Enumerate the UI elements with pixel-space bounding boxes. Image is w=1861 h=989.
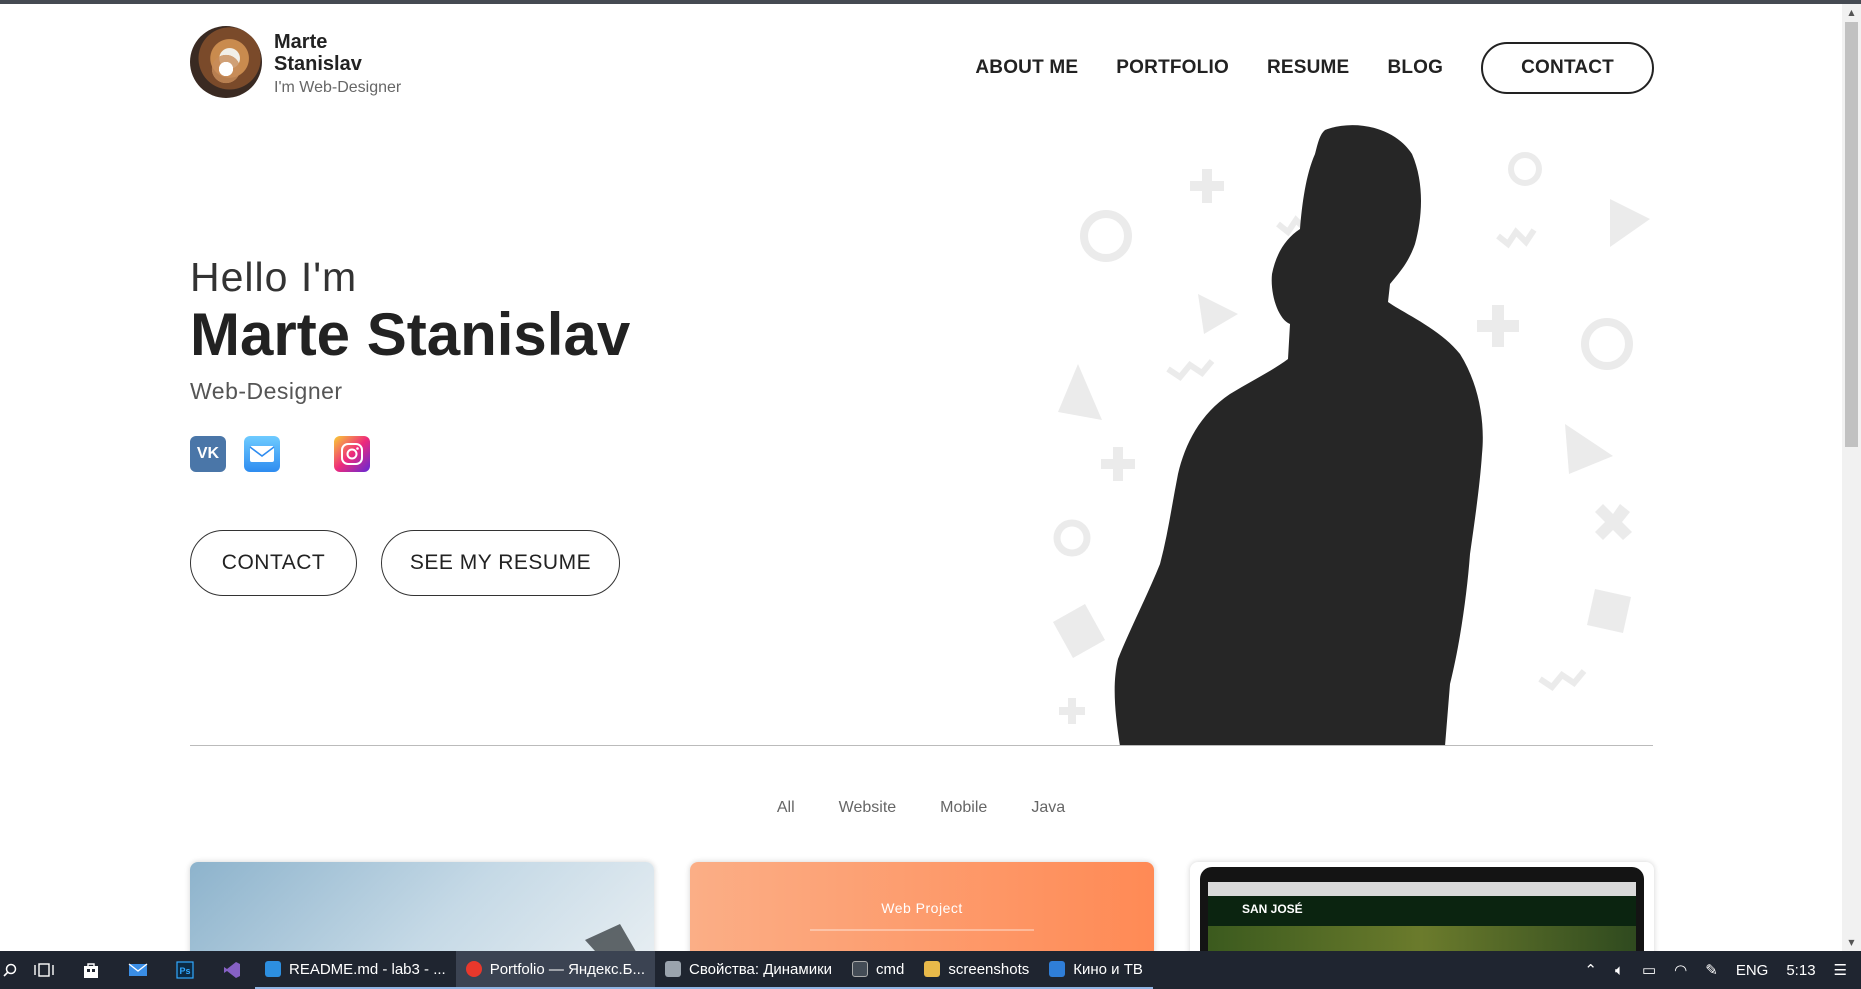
taskbar-item-screenshots-folder[interactable]: screenshots [914, 951, 1040, 989]
language-indicator[interactable]: ENG [1736, 962, 1769, 979]
hero-silhouette-illustration [1053, 125, 1650, 746]
clock[interactable]: 5:13 [1786, 962, 1815, 979]
taskbar-item-label: cmd [876, 960, 905, 978]
taskbar-item-movies-tv[interactable]: Кино и ТВ [1039, 951, 1153, 989]
chevron-up-icon[interactable]: ⌃ [1584, 961, 1597, 979]
hero-role: Web-Designer [190, 378, 343, 404]
search-icon[interactable] [0, 951, 20, 989]
instagram-icon[interactable] [334, 436, 370, 472]
vscode-icon [265, 961, 281, 977]
browser-page: Marte Stanislav I'm Web-Designer ABOUT M… [0, 4, 1842, 951]
hero-divider [190, 745, 1653, 746]
filter-java[interactable]: Java [1031, 799, 1065, 817]
avatar [190, 26, 262, 98]
scrollbar-thumb[interactable] [1845, 22, 1858, 447]
portfolio-card-2[interactable]: Web Project [690, 862, 1154, 951]
card-caption-line [810, 929, 1034, 931]
svg-text:Ps: Ps [179, 966, 190, 976]
taskbar-item-speaker-properties[interactable]: Свойства: Динамики [655, 951, 843, 989]
taskbar-item-cmd[interactable]: cmd [842, 951, 915, 989]
store-icon[interactable] [67, 951, 114, 989]
mail-app-icon[interactable] [114, 951, 161, 989]
taskbar-item-label: README.md - lab3 - ... [289, 960, 446, 978]
nav-blog[interactable]: BLOG [1387, 57, 1443, 79]
visual-studio-icon[interactable] [208, 951, 255, 989]
tablet-site-hero [1208, 926, 1636, 951]
social-links: VK [190, 436, 388, 472]
cmd-icon [852, 961, 869, 977]
portfolio-card-1[interactable] [190, 862, 654, 951]
wifi-icon[interactable]: ◠ [1674, 961, 1687, 979]
taskbar-item-label: Portfolio — Яндекс.Б... [489, 960, 646, 978]
filter-website[interactable]: Website [839, 799, 897, 817]
system-tray: ⌃ 🔈︎ ▭ ◠ ✎ ENG 5:13 ☰ [1575, 951, 1861, 989]
yandex-browser-icon [465, 961, 482, 977]
brand-subtitle: I'm Web-Designer [274, 79, 402, 96]
nav-contact-button[interactable]: CONTACT [1481, 42, 1654, 94]
hero-contact-button[interactable]: CONTACT [190, 530, 357, 596]
site-brand[interactable]: Marte Stanislav I'm Web-Designer [190, 26, 401, 98]
notifications-icon[interactable]: ☰ [1834, 961, 1847, 979]
hero-name: Marte Stanislav [190, 301, 631, 368]
folder-icon [924, 961, 941, 977]
battery-icon[interactable]: ▭ [1642, 961, 1656, 979]
pen-icon[interactable]: ✎ [1705, 961, 1718, 979]
main-nav: ABOUT ME PORTFOLIO RESUME BLOG CONTACT [937, 42, 1654, 94]
tablet-site-logo: SAN JOSÉ [1242, 902, 1303, 916]
taskbar-item-vscode[interactable]: README.md - lab3 - ... [255, 951, 456, 989]
portfolio-filters: All Website Mobile Java [0, 799, 1842, 817]
vk-icon[interactable]: VK [190, 436, 226, 472]
mail-icon[interactable] [244, 436, 280, 472]
movies-tv-icon [1049, 961, 1066, 977]
see-resume-button[interactable]: SEE MY RESUME [381, 530, 620, 596]
tablet-browser-bar [1208, 882, 1636, 896]
card-laptop-image [585, 924, 636, 951]
vk-icon-label: VK [196, 445, 220, 462]
nav-about[interactable]: ABOUT ME [975, 57, 1078, 79]
taskbar-item-yandex-browser[interactable]: Portfolio — Яндекс.Б... [455, 951, 656, 989]
brand-name: Marte Stanislav [274, 31, 362, 75]
photoshop-icon[interactable]: Ps [161, 951, 208, 989]
windows-taskbar: Ps README.md - lab3 - ... Portfolio — Ян… [0, 951, 1861, 989]
hero-greeting: Hello I'm [190, 254, 358, 300]
task-view-icon[interactable] [20, 951, 67, 989]
page-scrollbar[interactable]: ▲ ▼ [1842, 4, 1861, 951]
nav-resume[interactable]: RESUME [1267, 57, 1350, 79]
scroll-down-arrow-icon[interactable]: ▼ [1842, 934, 1861, 951]
card-caption: Web Project [881, 900, 963, 916]
nav-portfolio[interactable]: PORTFOLIO [1116, 57, 1229, 79]
speaker-icon [665, 961, 682, 977]
taskbar-item-label: screenshots [948, 960, 1030, 978]
portfolio-card-3[interactable]: SAN JOSÉ [1190, 862, 1654, 951]
filter-mobile[interactable]: Mobile [940, 799, 987, 817]
filter-all[interactable]: All [777, 799, 795, 817]
scroll-up-arrow-icon[interactable]: ▲ [1842, 4, 1861, 21]
taskbar-item-label: Кино и ТВ [1073, 960, 1143, 978]
taskbar-item-label: Свойства: Динамики [689, 960, 833, 978]
volume-icon[interactable]: 🔈︎ [1615, 962, 1624, 979]
